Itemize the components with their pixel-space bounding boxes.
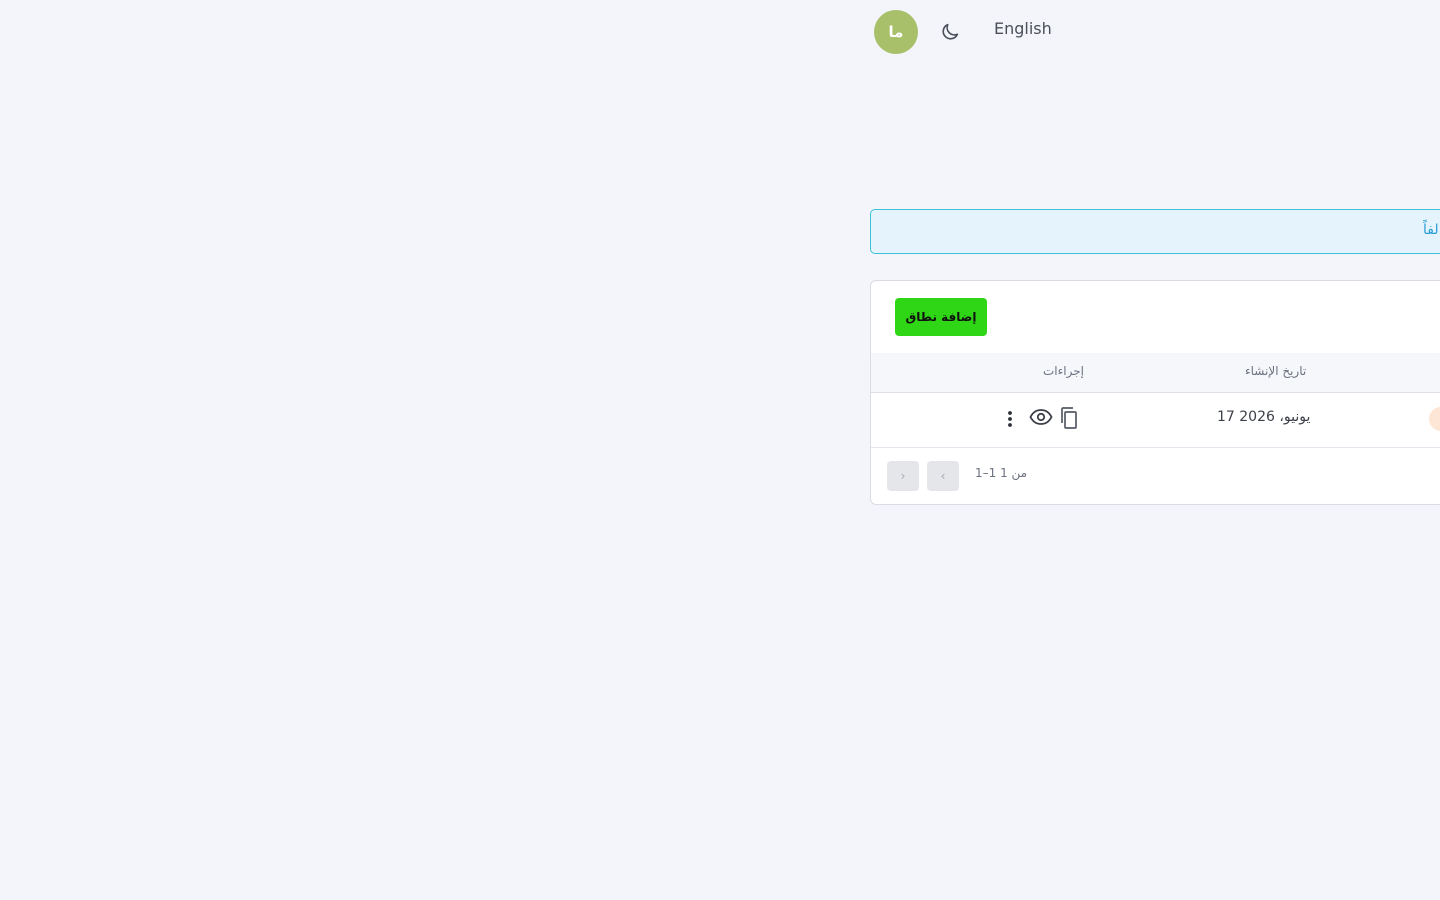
page: ما English لفاً. إضافة نطاق تاريخ الإنشا… <box>0 0 1440 900</box>
more-actions-button[interactable] <box>1001 408 1019 430</box>
language-switch-link[interactable]: English <box>994 19 1052 38</box>
alert-text: لفاً. <box>1423 222 1440 238</box>
info-alert: لفاً. <box>870 209 1440 254</box>
column-header-actions: إجراءات <box>1043 364 1084 378</box>
theme-toggle-button[interactable] <box>936 18 964 46</box>
domains-card: إضافة نطاق تاريخ الإنشاء إجراءات 17 يوني… <box>870 280 1440 505</box>
column-header-created-at[interactable]: تاريخ الإنشاء <box>1245 364 1306 378</box>
moon-icon <box>942 23 959 40</box>
created-at-cell: 17 يونيو، 2026 <box>1217 409 1311 425</box>
add-domain-button[interactable]: إضافة نطاق <box>895 298 987 336</box>
pagination-prev-button[interactable]: ‹ <box>927 461 959 491</box>
avatar-initials: ما <box>888 23 904 41</box>
view-button[interactable] <box>1029 405 1053 429</box>
copy-button[interactable] <box>1057 405 1081 431</box>
table-row: 17 يونيو، 2026 <box>871 393 1440 448</box>
avatar[interactable]: ما <box>874 10 918 54</box>
table-header: تاريخ الإنشاء إجراءات <box>871 353 1440 393</box>
eye-icon <box>1029 409 1053 425</box>
pagination-next-button[interactable]: › <box>887 461 919 491</box>
more-vertical-icon <box>1008 411 1012 427</box>
pagination-range: 1–1 من 1 <box>975 466 1028 480</box>
copy-icon <box>1061 407 1077 429</box>
status-badge <box>1429 407 1440 431</box>
